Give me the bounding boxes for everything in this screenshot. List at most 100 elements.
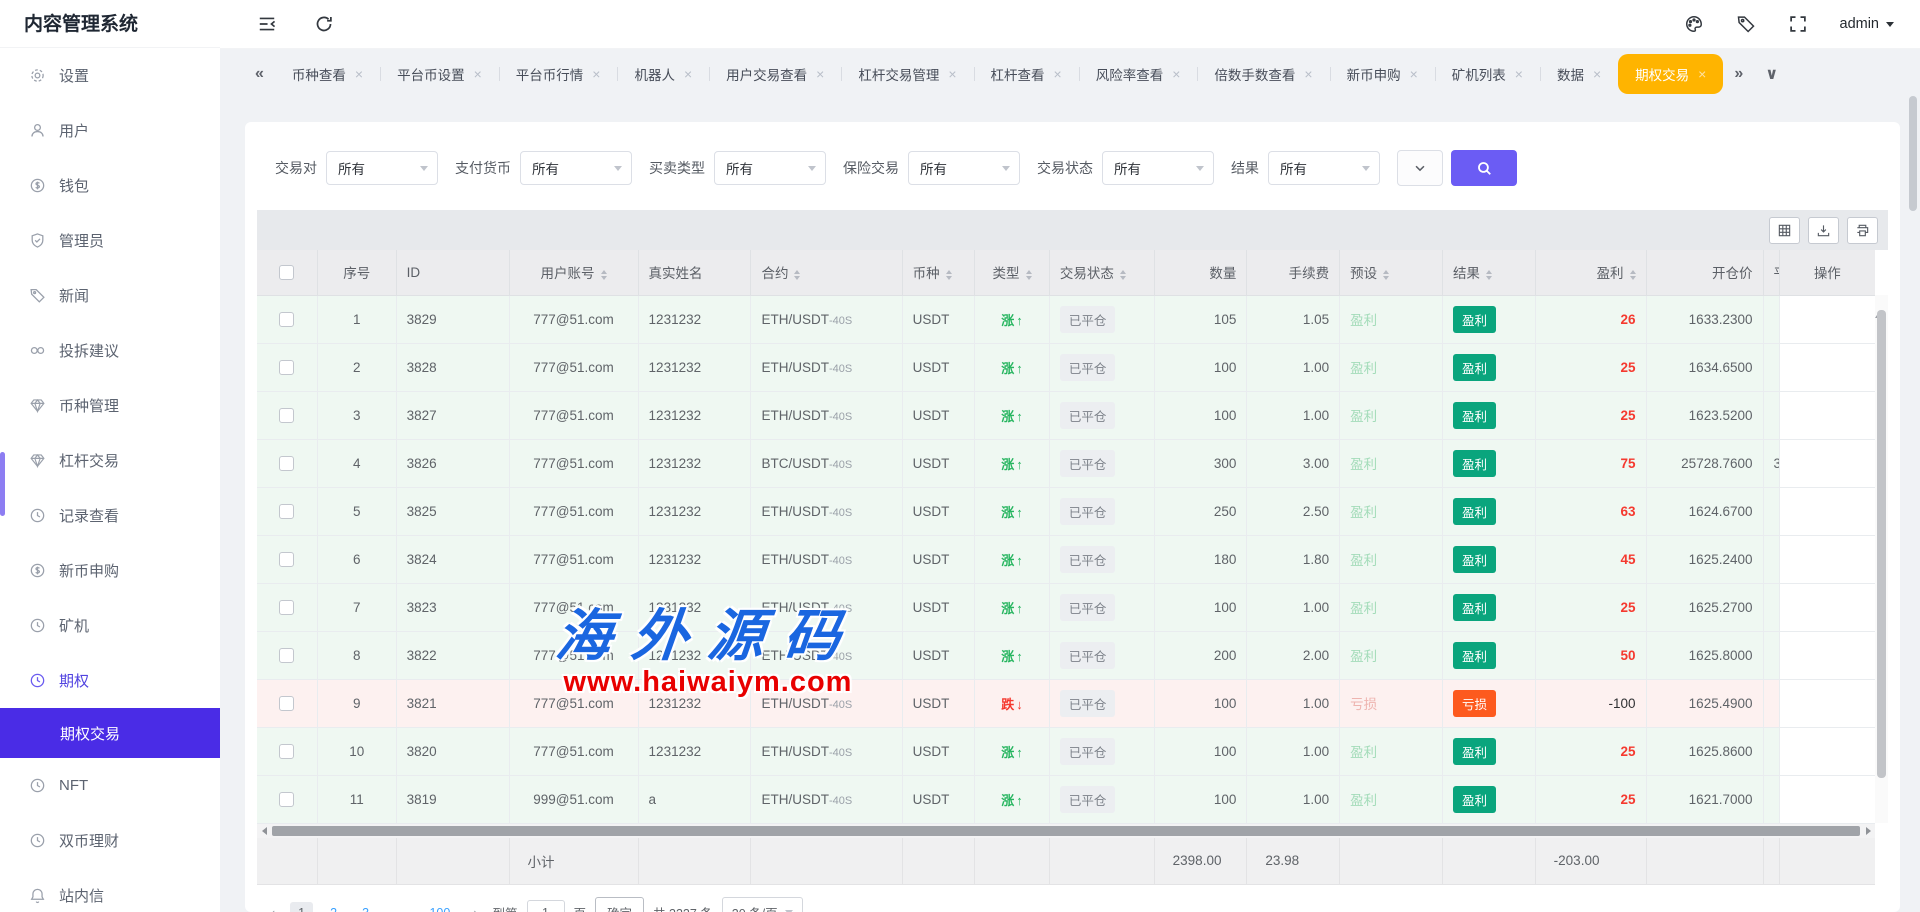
- tab-platform-coin-market[interactable]: 平台币行情×: [499, 54, 618, 94]
- sidebar-item-leverage-trade[interactable]: 杠杆交易: [0, 433, 220, 488]
- tab-leverage-view[interactable]: 杠杆查看×: [974, 54, 1079, 94]
- close-icon[interactable]: ×: [684, 66, 692, 82]
- filter-select-result[interactable]: 所有: [1268, 151, 1380, 185]
- goto-page-input[interactable]: 1: [527, 900, 565, 912]
- row-checkbox[interactable]: [279, 408, 294, 423]
- filter-select-trade-pair[interactable]: 所有: [326, 151, 438, 185]
- sort-icon[interactable]: [1383, 270, 1389, 280]
- sidebar-item-wallet[interactable]: 钱包: [0, 158, 220, 213]
- tab-risk-rate-view[interactable]: 风险率查看×: [1079, 54, 1198, 94]
- tabs-scroll-left-icon[interactable]: «: [244, 65, 275, 83]
- row-checkbox[interactable]: [279, 456, 294, 471]
- cell-check[interactable]: [257, 535, 317, 583]
- close-icon[interactable]: ×: [592, 66, 600, 82]
- close-icon[interactable]: ×: [1304, 66, 1312, 82]
- sidebar-item-coin-manage[interactable]: 币种管理: [0, 378, 220, 433]
- tab-user-trade-view[interactable]: 用户交易查看×: [709, 54, 841, 94]
- tab-data[interactable]: 数据×: [1540, 54, 1618, 94]
- cell-check[interactable]: [257, 295, 317, 343]
- sidebar-item-settings[interactable]: 设置: [0, 48, 220, 103]
- row-checkbox[interactable]: [279, 744, 294, 759]
- cell-check[interactable]: [257, 391, 317, 439]
- page-button-100[interactable]: 100: [421, 902, 458, 912]
- sidebar-subitem-options-trade[interactable]: 期权交易: [0, 708, 220, 758]
- theme-palette-icon[interactable]: [1684, 14, 1704, 34]
- tabs-more-icon[interactable]: ∨: [1754, 64, 1789, 84]
- cell-check[interactable]: [257, 487, 317, 535]
- tabs-scroll-right-icon[interactable]: »: [1723, 65, 1754, 83]
- col-header-account[interactable]: 用户账号: [509, 250, 638, 295]
- export-button[interactable]: [1808, 217, 1839, 244]
- goto-confirm-button[interactable]: 确定: [595, 897, 644, 912]
- print-button[interactable]: [1847, 217, 1878, 244]
- row-checkbox[interactable]: [279, 504, 294, 519]
- page-prev-button[interactable]: ‹: [265, 902, 281, 912]
- sidebar-item-record-view[interactable]: 记录查看: [0, 488, 220, 543]
- horizontal-scroll-thumb[interactable]: [272, 826, 1860, 836]
- refresh-icon[interactable]: [314, 14, 334, 34]
- row-checkbox[interactable]: [279, 312, 294, 327]
- sort-icon[interactable]: [794, 270, 800, 280]
- col-header-result[interactable]: 结果: [1442, 250, 1535, 295]
- sidebar-item-messages[interactable]: 站内信: [0, 868, 220, 912]
- sidebar-scroll-thumb[interactable]: [0, 452, 5, 516]
- close-icon[interactable]: ×: [474, 66, 482, 82]
- per-page-select[interactable]: 20 条/页: [722, 897, 803, 912]
- col-header-status[interactable]: 交易状态: [1049, 250, 1154, 295]
- page-scroll-thumb[interactable]: [1909, 96, 1917, 211]
- vertical-scroll-thumb[interactable]: [1877, 310, 1886, 778]
- row-checkbox[interactable]: [279, 696, 294, 711]
- tab-new-coin-subscribe[interactable]: 新币申购×: [1330, 54, 1435, 94]
- sidebar-item-options[interactable]: 期权: [0, 653, 220, 708]
- sidebar-item-users[interactable]: 用户: [0, 103, 220, 158]
- filter-select-buy-sell-type[interactable]: 所有: [714, 151, 826, 185]
- row-checkbox[interactable]: [279, 600, 294, 615]
- user-menu[interactable]: admin: [1840, 16, 1895, 32]
- search-button[interactable]: [1451, 150, 1517, 186]
- fold-sidebar-icon[interactable]: [257, 14, 277, 34]
- cell-check[interactable]: [257, 343, 317, 391]
- tab-multiple-lots-view[interactable]: 倍数手数查看×: [1197, 54, 1329, 94]
- col-header-contract[interactable]: 合约: [751, 250, 902, 295]
- col-header-type[interactable]: 类型: [975, 250, 1050, 295]
- sort-icon[interactable]: [946, 270, 952, 280]
- sidebar-item-miner[interactable]: 矿机: [0, 598, 220, 653]
- sidebar-item-admins[interactable]: 管理员: [0, 213, 220, 268]
- tab-platform-coin-settings[interactable]: 平台币设置×: [380, 54, 499, 94]
- horizontal-scrollbar[interactable]: [257, 824, 1875, 838]
- sidebar-item-dual-invest[interactable]: 双币理财: [0, 813, 220, 868]
- col-header-currency[interactable]: 币种: [902, 250, 975, 295]
- close-icon[interactable]: ×: [948, 66, 956, 82]
- sort-icon[interactable]: [1630, 270, 1636, 280]
- close-icon[interactable]: ×: [816, 66, 824, 82]
- tab-coin-view[interactable]: 币种查看×: [275, 54, 380, 94]
- scroll-right-icon[interactable]: [1861, 824, 1875, 838]
- cell-check[interactable]: [257, 679, 317, 727]
- filter-select-insurance-trade[interactable]: 所有: [908, 151, 1020, 185]
- page-button-2[interactable]: 2: [322, 902, 345, 912]
- cell-check[interactable]: [257, 583, 317, 631]
- sort-icon[interactable]: [601, 270, 607, 280]
- sidebar-item-new-coin[interactable]: 新币申购: [0, 543, 220, 598]
- fullscreen-icon[interactable]: [1788, 14, 1808, 34]
- expand-filters-button[interactable]: [1397, 150, 1443, 186]
- page-button-1[interactable]: 1: [290, 902, 313, 912]
- tab-options-trade[interactable]: 期权交易×: [1618, 54, 1723, 94]
- cell-check[interactable]: [257, 775, 317, 823]
- row-checkbox[interactable]: [279, 360, 294, 375]
- tab-robot[interactable]: 机器人×: [617, 54, 709, 94]
- column-settings-button[interactable]: [1769, 217, 1800, 244]
- tab-miner-list[interactable]: 矿机列表×: [1435, 54, 1540, 94]
- scroll-left-icon[interactable]: [257, 824, 271, 838]
- filter-select-trade-status[interactable]: 所有: [1102, 151, 1214, 185]
- col-header-profit[interactable]: 盈利: [1535, 250, 1646, 295]
- cell-check[interactable]: [257, 727, 317, 775]
- close-icon[interactable]: ×: [1410, 66, 1418, 82]
- close-icon[interactable]: ×: [355, 66, 363, 82]
- row-checkbox[interactable]: [279, 552, 294, 567]
- price-tag-icon[interactable]: [1736, 14, 1756, 34]
- close-icon[interactable]: ×: [1593, 66, 1601, 82]
- table-vertical-scrollbar[interactable]: [1875, 295, 1888, 823]
- page-next-button[interactable]: ›: [467, 902, 483, 912]
- filter-select-pay-currency[interactable]: 所有: [520, 151, 632, 185]
